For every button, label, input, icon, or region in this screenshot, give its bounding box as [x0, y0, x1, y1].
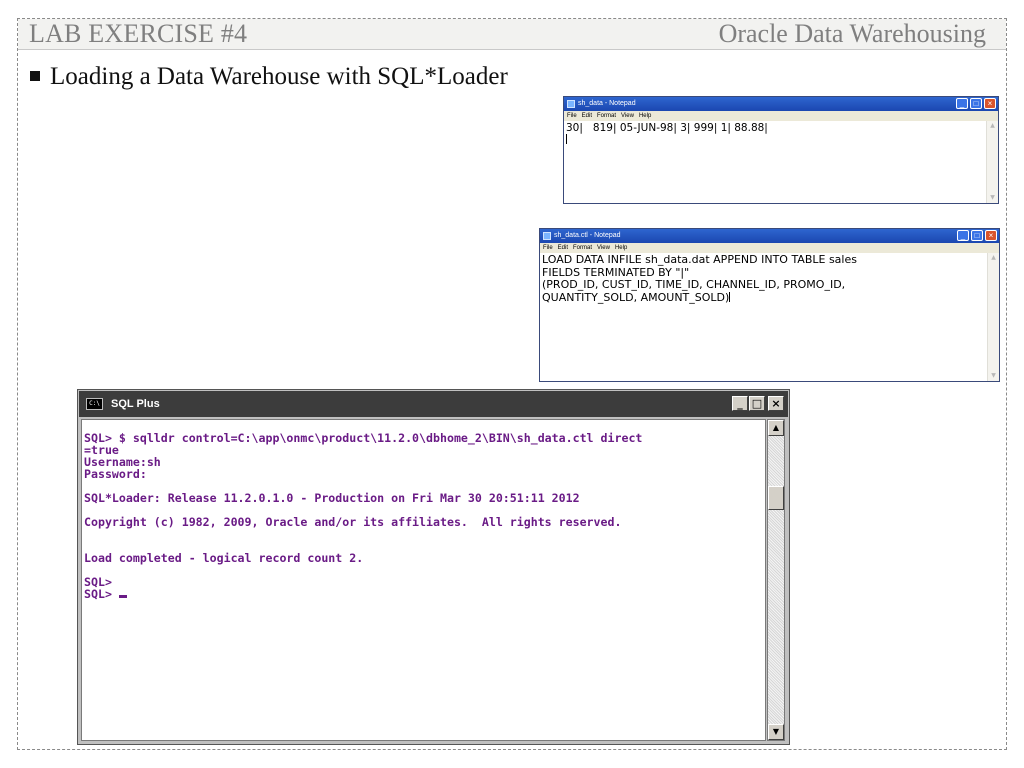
bullet-square-icon: [30, 71, 40, 81]
menu-edit[interactable]: Edit: [558, 245, 568, 251]
notepad-edit-area[interactable]: 30| 819| 05-JUN-98| 3| 999| 1| 88.88| ▲ …: [564, 121, 998, 203]
notepad-menubar: File Edit Format View Help: [564, 111, 998, 121]
scroll-down-arrow-icon[interactable]: ▼: [987, 193, 998, 203]
menu-file[interactable]: File: [543, 245, 553, 251]
window-controls: _ □ ×: [732, 396, 784, 411]
vertical-scrollbar[interactable]: ▲ ▼: [987, 253, 999, 381]
notepad-app-icon: [567, 100, 575, 108]
menu-view[interactable]: View: [621, 113, 634, 119]
close-button[interactable]: ×: [768, 396, 784, 411]
minimize-button[interactable]: _: [956, 98, 968, 109]
slide-subtitle: Oracle Data Warehousing: [718, 19, 986, 48]
console-cursor: [118, 595, 127, 598]
notepad-text: LOAD DATA INFILE sh_data.dat APPEND INTO…: [542, 253, 857, 304]
notepad-titlebar[interactable]: sh_data.ctl - Notepad _ □ ×: [540, 229, 999, 243]
console-output-area[interactable]: SQL> $ sqlldr control=C:\app\onmc\produc…: [81, 419, 766, 741]
minimize-button[interactable]: _: [732, 396, 748, 411]
sqlplus-window[interactable]: C:\ SQL Plus _ □ × SQL> $ sqlldr control…: [77, 389, 790, 745]
scroll-up-arrow-icon[interactable]: ▲: [988, 253, 999, 263]
vertical-scrollbar[interactable]: ▲ ▼: [986, 121, 998, 203]
notepad-title: sh_data - Notepad: [578, 100, 636, 107]
menu-file[interactable]: File: [567, 113, 577, 119]
bullet-text: Loading a Data Warehouse with SQL*Loader: [50, 63, 508, 90]
scroll-down-arrow-icon[interactable]: ▼: [988, 371, 999, 381]
menu-format[interactable]: Format: [573, 245, 592, 251]
minimize-button[interactable]: _: [957, 230, 969, 241]
close-button[interactable]: ×: [985, 230, 997, 241]
bullet-item: Loading a Data Warehouse with SQL*Loader: [30, 62, 508, 92]
scroll-up-arrow-icon[interactable]: ▲: [768, 420, 784, 436]
menu-help[interactable]: Help: [639, 113, 651, 119]
notepad-window-sh-data[interactable]: sh_data - Notepad _ □ × File Edit Format Vi…: [563, 96, 999, 204]
scroll-down-arrow-icon[interactable]: ▼: [768, 724, 784, 740]
sqlplus-titlebar[interactable]: C:\ SQL Plus _ □ ×: [79, 391, 788, 417]
window-controls: _ □ ×: [957, 230, 997, 241]
console-text: SQL> $ sqlldr control=C:\app\onmc\produc…: [84, 431, 643, 601]
sqlplus-title: SQL Plus: [111, 398, 160, 410]
text-caret: [566, 134, 567, 144]
maximize-button[interactable]: □: [749, 396, 765, 411]
notepad-menubar: File Edit Format View Help: [540, 243, 999, 253]
notepad-titlebar[interactable]: sh_data - Notepad _ □ ×: [564, 97, 998, 111]
window-controls: _ □ ×: [956, 98, 996, 109]
console-icon: C:\: [86, 398, 103, 410]
text-caret: [729, 291, 731, 302]
notepad-title: sh_data.ctl - Notepad: [554, 232, 621, 239]
maximize-button[interactable]: □: [971, 230, 983, 241]
close-button[interactable]: ×: [984, 98, 996, 109]
notepad-app-icon: [543, 232, 551, 240]
scrollbar-thumb[interactable]: [768, 486, 784, 510]
notepad-text: 30| 819| 05-JUN-98| 3| 999| 1| 88.88|: [566, 122, 768, 134]
menu-view[interactable]: View: [597, 245, 610, 251]
notepad-edit-area[interactable]: LOAD DATA INFILE sh_data.dat APPEND INTO…: [540, 253, 999, 381]
menu-edit[interactable]: Edit: [582, 113, 592, 119]
vertical-scrollbar[interactable]: ▲ ▼: [767, 419, 785, 741]
scroll-up-arrow-icon[interactable]: ▲: [987, 121, 998, 131]
notepad-window-sh-data-ctl[interactable]: sh_data.ctl - Notepad _ □ × File Edit Form…: [539, 228, 1000, 382]
slide-title: LAB EXERCISE #4: [29, 19, 248, 48]
maximize-button[interactable]: □: [970, 98, 982, 109]
menu-help[interactable]: Help: [615, 245, 627, 251]
menu-format[interactable]: Format: [597, 113, 616, 119]
